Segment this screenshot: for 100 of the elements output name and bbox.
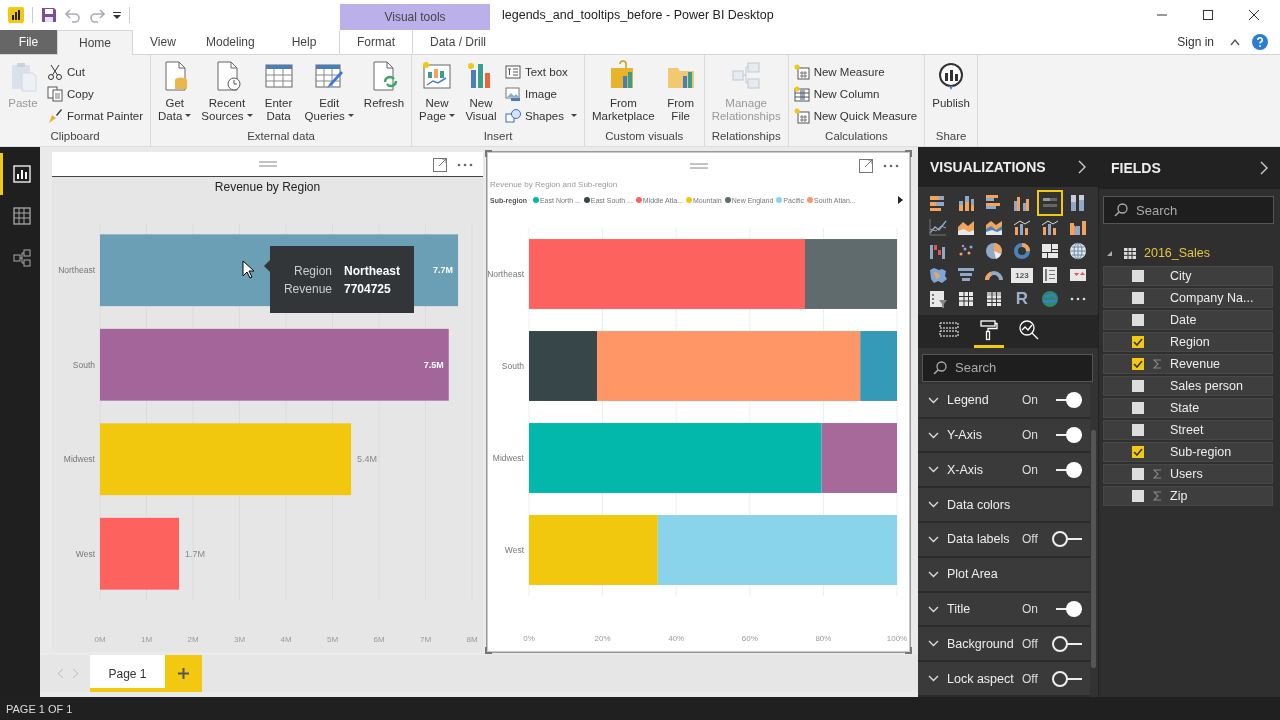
ribbon-command[interactable]: Shapes [504, 107, 577, 125]
ribbon-tab[interactable]: Help [269, 30, 339, 54]
tooltip-label: Revenue [282, 281, 332, 296]
axis-tick-label: 4M [280, 635, 292, 644]
checkbox[interactable] [1132, 468, 1144, 480]
checkbox[interactable] [1132, 314, 1144, 326]
ribbon-command[interactable]: Text box [504, 63, 577, 81]
ribbon-command[interactable]: Format Painter [47, 107, 144, 125]
save-icon[interactable] [41, 7, 57, 23]
focus-mode-icon[interactable] [433, 158, 447, 172]
ribbon-button[interactable]: New Visual [460, 58, 501, 130]
search-box[interactable]: Search [1103, 196, 1274, 224]
checkbox[interactable] [1132, 380, 1144, 392]
ribbon-button[interactable]: New Page [415, 58, 459, 130]
calculator-icon [793, 64, 810, 80]
ribbon-tab[interactable]: Modeling [189, 30, 269, 54]
ribbon-tab[interactable]: Data / Drill [412, 30, 504, 54]
ribbon-tab[interactable]: Home [57, 30, 133, 55]
ribbon-button[interactable]: Refresh [359, 58, 409, 130]
search-box[interactable]: Search [922, 353, 1093, 382]
format-section-header[interactable]: Lock aspect [928, 671, 1022, 686]
checkbox[interactable] [1132, 402, 1144, 414]
ribbon-button[interactable]: Edit Queries [300, 58, 358, 130]
format-section-header[interactable]: Data labels [928, 532, 1022, 547]
card-visual-button[interactable]: 123 [1011, 267, 1033, 283]
ribbon-button[interactable]: Publish [928, 58, 974, 130]
drag-grip-icon[interactable] [689, 162, 708, 169]
ribbon-command[interactable]: Image [504, 85, 577, 103]
axis-tick-label: 100% [886, 634, 908, 643]
scrollbar[interactable] [1091, 430, 1096, 668]
ribbon-button[interactable]: Recent Sources [197, 58, 257, 130]
field-item[interactable]: Street [1103, 420, 1273, 440]
resize-handle[interactable] [485, 150, 492, 157]
ribbon-button[interactable]: From File [660, 58, 701, 130]
visual-container[interactable]: Revenue by Region 0M 1M 2M 3M 4M 5M 6M 7M 8M Northeast 7.7M South 7.5M Midwest 5.4M West 1.7M Region Northeast Revenue 7704725 [52, 152, 483, 652]
more-options-icon[interactable] [457, 163, 473, 167]
legend-next-arrow-icon[interactable] [898, 196, 903, 204]
page-tab[interactable]: Page 1 [90, 655, 165, 692]
more-options-icon[interactable] [883, 164, 899, 168]
ribbon-button[interactable]: Enter Data [258, 58, 299, 130]
close-icon[interactable] [1248, 9, 1260, 21]
customize-caret-icon[interactable] [113, 11, 121, 19]
search-field[interactable]: Search [1136, 198, 1273, 222]
field-item[interactable]: Zip [1103, 486, 1273, 506]
field-item[interactable]: City [1103, 266, 1273, 286]
checkbox[interactable] [1132, 336, 1144, 348]
toggle-switch[interactable] [1052, 531, 1082, 548]
ribbon-command[interactable]: New Quick Measure [793, 107, 918, 125]
field-item[interactable]: Users [1103, 464, 1273, 484]
field-item[interactable]: State [1103, 398, 1273, 418]
ribbon-command[interactable]: New Measure [793, 63, 918, 81]
chevron-down-icon [928, 431, 939, 439]
toggle-state-label: Off [1022, 671, 1039, 686]
expand-arrow-icon[interactable] [1107, 250, 1112, 256]
ribbon-button[interactable]: Get Data [154, 58, 196, 130]
toggle-switch[interactable] [1052, 635, 1082, 652]
checkbox[interactable] [1132, 424, 1144, 436]
expand-chevron-icon[interactable] [1078, 160, 1086, 175]
line-chart-icon[interactable] [927, 216, 949, 239]
slicer-icon[interactable] [927, 288, 949, 311]
format-section-header[interactable]: Title [928, 602, 1022, 616]
ribbon-tab[interactable]: File [0, 30, 57, 54]
format-section-header[interactable]: X-Axis [928, 462, 1022, 477]
ribbon-command[interactable]: New Column [793, 85, 918, 103]
ribbon-tab[interactable]: Format [339, 30, 412, 54]
focus-mode-icon[interactable] [859, 159, 873, 173]
format-section-header[interactable]: Legend [928, 393, 1022, 408]
chevron-down-icon [928, 570, 939, 578]
field-item[interactable]: Date [1103, 310, 1273, 330]
ribbon-button[interactable]: From Marketplace [588, 58, 659, 130]
drag-grip-icon[interactable] [258, 161, 277, 167]
field-item[interactable]: Sub-region [1103, 442, 1273, 462]
r-visual-button[interactable]: R [1011, 288, 1033, 311]
format-section-header[interactable]: Y-Axis [928, 428, 1022, 442]
new-column-icon [793, 86, 810, 102]
sign-in-link[interactable]: Sign in [1177, 35, 1214, 49]
checkbox[interactable] [1132, 292, 1144, 304]
table-name[interactable]: 2016_Sales [1144, 246, 1211, 260]
format-section-header[interactable]: Background [928, 636, 1022, 651]
ribbon-tab[interactable]: View [133, 30, 189, 54]
toggle-state-label: On [1022, 393, 1039, 408]
toggle-switch[interactable] [1052, 670, 1082, 687]
checkbox[interactable] [1132, 446, 1144, 458]
expand-chevron-icon[interactable] [1260, 161, 1268, 175]
data-label: 7.5M [423, 359, 444, 370]
resize-handle[interactable] [905, 150, 912, 157]
help-icon[interactable] [1252, 34, 1268, 50]
maximize-icon[interactable] [1202, 9, 1214, 21]
checkbox[interactable] [1132, 270, 1144, 282]
field-item[interactable]: Region [1103, 332, 1273, 352]
chevron-down-icon [928, 535, 939, 543]
checkbox[interactable] [1132, 358, 1144, 370]
ribbon-command[interactable]: Cut [47, 63, 144, 81]
ribbon-command[interactable]: Copy [47, 85, 144, 103]
checkbox[interactable] [1132, 490, 1144, 502]
field-item[interactable]: Company Na... [1103, 288, 1273, 308]
field-item[interactable]: Revenue [1103, 354, 1273, 374]
stacked-bar-icon[interactable] [1039, 192, 1061, 215]
field-item[interactable]: Sales person [1103, 376, 1273, 396]
collapse-ribbon-icon[interactable] [1230, 38, 1240, 46]
